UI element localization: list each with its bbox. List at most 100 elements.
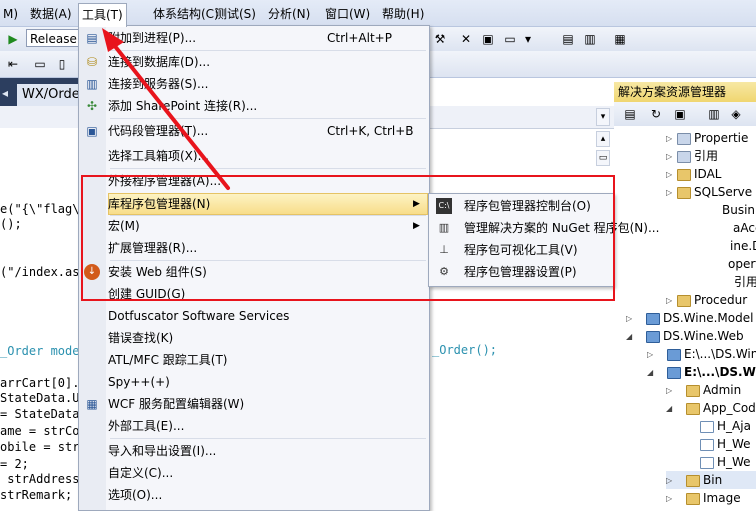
tree-item[interactable]: ▷ IDAL [666,165,721,184]
menu-tools[interactable]: 工具(T) [78,3,127,27]
tree-item[interactable]: 引用 [734,273,756,291]
tree-item-label: App_Cod [703,401,756,415]
tool-dropdown-icon[interactable]: ▾ [520,31,536,47]
scroll-up-icon[interactable]: ▴ [596,131,610,147]
menu-item-error-lookup[interactable]: 错误查找(K) [108,327,426,349]
expand-arrow-icon[interactable]: ▷ [666,472,672,490]
tree-item[interactable]: ▷ Propertie [666,129,748,148]
project-icon [646,312,660,325]
tree-item[interactable]: ◢ App_Cod [666,399,756,417]
toolbar-icon-3[interactable]: ▯ [54,56,70,72]
menu-item-choose-toolbox[interactable]: 选择工具箱项(X)... [108,145,426,167]
menu-item-atl-trace[interactable]: ATL/MFC 跟踪工具(T) [108,349,426,371]
solution-config-select[interactable]: Release [26,29,84,47]
menu-help[interactable]: 帮助(H) [379,4,427,24]
expand-arrow-icon[interactable]: ▷ [647,346,653,364]
menu-architecture[interactable]: 体系结构(C) [150,4,222,24]
toolbar-icon-1[interactable]: ⇤ [5,56,21,72]
tree-item[interactable]: opertie [728,255,756,273]
project-icon [646,330,660,343]
tree-item[interactable]: H_Aja [700,417,751,435]
expand-arrow-icon[interactable]: ▷ [666,148,672,166]
tree-item[interactable]: ▷ Image [666,489,741,507]
menu-item-attach-process[interactable]: 附加到进程(P)... Ctrl+Alt+P [108,27,426,49]
view-code-icon[interactable]: ▥ [706,106,722,122]
properties-icon[interactable]: ▤ [622,106,638,122]
menu-item-label: 附加到进程(P)... [108,31,197,45]
tree-item[interactable]: ◢ DS.Wine.Web [626,327,744,345]
show-all-files-icon[interactable]: ▣ [672,106,688,122]
menu-item-add-sharepoint[interactable]: 添加 SharePoint 连接(R)... [108,95,426,117]
tool-icon-c[interactable]: ▣ [480,31,496,47]
menu-separator [110,438,426,439]
tree-item[interactable]: H_We [700,453,751,471]
collapse-arrow-icon[interactable]: ◢ [626,328,632,346]
menu-test[interactable]: 测试(S) [212,4,259,24]
code-line: (); [0,217,22,231]
tree-item[interactable]: ▷ Bin [666,471,756,489]
tree-item[interactable]: ▷ SQLServe [666,183,752,202]
expand-arrow-icon[interactable]: ▷ [666,184,672,202]
folder-icon [677,186,691,199]
refresh-icon[interactable]: ↻ [648,106,664,122]
solution-explorer-toolbar: ▤ ↻ ▣ ▥ ◈ [614,102,756,127]
expand-arrow-icon[interactable]: ▷ [666,130,672,148]
tree-item[interactable]: ▷ Admin [666,381,741,399]
code-line: obile = strC [0,440,87,454]
tree-item[interactable]: ine.Dat [730,237,756,255]
expand-arrow-icon[interactable]: ▷ [666,490,672,508]
toolbar-icon-2[interactable]: ▭ [32,56,48,72]
code-editor[interactable]: e("{\"flag\ (); ("/index.as _Order mode … [0,128,87,511]
start-debug-icon[interactable]: ▶ [5,31,21,47]
code-line: arrCart[0]. [0,376,80,390]
expand-arrow-icon[interactable]: ▷ [666,382,672,400]
tree-item[interactable]: aAcce [733,219,756,237]
folder-icon [677,168,691,181]
menu-item-customize[interactable]: 自定义(C)... [108,462,426,484]
menu-item-connect-server[interactable]: 连接到服务器(S)... [108,73,426,95]
expand-arrow-icon[interactable]: ▷ [626,310,632,328]
tool-icon-g[interactable]: ▦ [612,31,628,47]
expand-arrow-icon[interactable]: ▷ [666,292,672,310]
tree-item[interactable]: ▷ 引用 [666,147,719,166]
expand-arrow-icon[interactable]: ▷ [666,166,672,184]
tool-icon-a[interactable]: ⚒ [432,31,448,47]
menu-item-connect-database[interactable]: 连接到数据库(D)... [108,51,426,73]
tree-item-label: ine.Dat [730,239,756,253]
menu-item-import-export[interactable]: 导入和导出设置(I)... [108,440,426,462]
tool-icon-f[interactable]: ▥ [582,31,598,47]
nav-dropdown-icon[interactable]: ▾ [596,108,610,126]
view-designer-icon[interactable]: ◈ [728,106,744,122]
tree-item-label: 引用 [734,275,756,289]
tree-item[interactable]: ▷ DS.Wine.Model [626,309,753,327]
menu-data[interactable]: 数据(A) [27,4,75,24]
tool-icon-e[interactable]: ▤ [560,31,576,47]
tree-item-label: E:\...\DS.Wi [684,365,756,379]
tool-icon-b[interactable]: ✕ [458,31,474,47]
menu-item-dotfuscator[interactable]: Dotfuscator Software Services [108,305,426,327]
tree-item[interactable]: Busin [722,201,755,219]
code-line: = 2; [0,457,29,471]
code-line: strAddress; [0,472,87,486]
menu-item-spy[interactable]: Spy++(+) [108,371,426,393]
collapse-arrow-icon[interactable]: ◢ [647,364,653,382]
document-tab[interactable]: WX/Orde [17,84,83,106]
collapse-arrow-icon[interactable]: ◢ [666,400,672,418]
tree-item[interactable]: ▷ E:\...\DS.Win [647,345,756,363]
tool-icon-d[interactable]: ▭ [502,31,518,47]
annotation-red-rectangle [81,175,615,301]
menu-analyze[interactable]: 分析(N) [265,4,313,24]
tree-item[interactable]: H_We [700,435,751,453]
tree-item-label: 引用 [694,149,719,163]
menu-item-code-snippets[interactable]: 代码段管理器(T)... Ctrl+K, Ctrl+B [108,120,426,142]
tree-item[interactable]: ◢ E:\...\DS.Wi [647,363,756,381]
menu-window[interactable]: 窗口(W) [322,4,373,24]
menu-item-wcf-editor[interactable]: WCF 服务配置编辑器(W) [108,393,426,415]
menu-item-external-tools[interactable]: 外部工具(E)... [108,415,426,437]
scroll-split-icon[interactable]: ▭ [596,150,610,166]
menu-build[interactable]: M) [0,4,21,24]
close-tab-icon[interactable]: ◂ [2,86,8,100]
tree-item[interactable]: ▷ Procedur [666,291,747,310]
menu-separator [110,168,426,169]
menu-item-options[interactable]: 选项(O)... [108,484,426,506]
